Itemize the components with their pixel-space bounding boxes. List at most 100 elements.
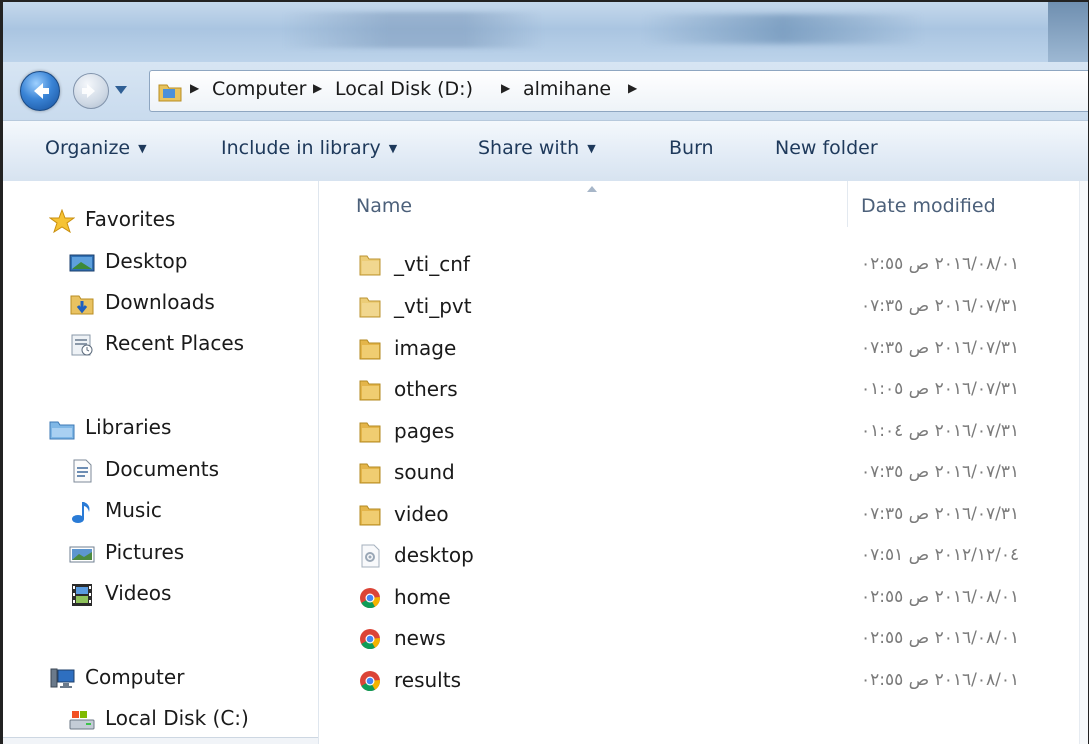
file-name: _vti_cnf [394,252,470,276]
file-name: video [394,502,449,526]
file-name: sound [394,460,455,484]
file-date: ٢٠١٦/٠٧/٣١ ص ٠٧:٣٥ [861,462,1020,482]
file-name: image [394,336,457,360]
new-folder-button[interactable]: New folder [775,137,878,159]
forward-button[interactable] [73,73,109,109]
file-date: ٢٠١٦/٠٧/٣١ ص ٠٧:٣٥ [861,296,1020,316]
nav-documents-label: Documents [105,457,220,481]
file-date: ٢٠١٦/٠٨/٠١ ص ٠٢:٥٥ [861,254,1020,274]
file-date: ٢٠١٦/٠٧/٣١ ص ٠٧:٣٥ [861,504,1020,524]
chevron-down-icon: ▼ [138,142,147,155]
folder-location-icon [158,84,182,102]
nav-videos-label: Videos [105,581,172,605]
file-row[interactable]: pages ٢٠١٦/٠٧/٣١ ص ٠١:٠٤ [319,412,1088,452]
file-name: home [394,585,451,609]
nav-desktop-label: Desktop [105,249,188,273]
file-row[interactable]: _vti_pvt ٢٠١٦/٠٧/٣١ ص ٠٧:٣٥ [319,287,1088,327]
file-row[interactable]: video ٢٠١٦/٠٧/٣١ ص ٠٧:٣٥ [319,495,1088,535]
file-row[interactable]: _vti_cnf ٢٠١٦/٠٨/٠١ ص ٠٢:٥٥ [319,245,1088,285]
organize-label: Organize [45,137,131,159]
recent-places-icon [71,334,93,356]
address-row: ▶ Computer ▶ Local Disk (D:) ▶ almihane … [3,62,1088,120]
column-date-modified[interactable]: Date modified [861,195,996,217]
chevron-down-icon: ▼ [388,142,398,155]
file-date: ٢٠١٦/٠٧/٣١ ص ٠١:٠٥ [861,379,1020,399]
file-name: results [394,668,462,692]
libraries-icon [49,421,75,440]
drive-icon [69,711,95,730]
documents-icon [73,459,92,483]
file-row[interactable]: desktop ٢٠١٢/١٢/٠٤ ص ٠٧:٥١ [319,536,1088,576]
music-note-icon [72,502,90,523]
nav-recent-places-label: Recent Places [105,331,245,355]
nav-local-disk-c-label: Local Disk (C:) [105,706,249,730]
breadcrumb-separator-icon[interactable]: ▶ [628,81,637,95]
chrome-icon [360,671,380,692]
file-date: ٢٠١٢/١٢/٠٤ ص ٠٧:٥١ [861,545,1020,565]
explorer-window: ▶ Computer ▶ Local Disk (D:) ▶ almihane … [0,0,1089,744]
title-glass [3,2,1088,62]
folder-icon [359,297,381,318]
burn-button[interactable]: Burn [669,137,714,159]
desktop-icon [69,254,95,272]
share-with-label: Share with [478,137,580,159]
file-date: ٢٠١٦/٠٧/٣١ ص ٠٧:٣٥ [861,338,1020,358]
file-row[interactable]: news ٢٠١٦/٠٨/٠١ ص ٠٢:٥٥ [319,619,1088,659]
nav-pane-bottom-edge [3,737,318,744]
folder-icon [359,339,381,360]
folder-icon [359,380,381,401]
file-name: others [394,377,458,401]
breadcrumb-local-disk-d[interactable]: Local Disk (D:) [335,78,473,100]
file-row[interactable]: sound ٢٠١٦/٠٧/٣١ ص ٠٧:٣٥ [319,453,1088,493]
back-button[interactable] [20,71,60,111]
breadcrumb-separator-icon[interactable]: ▶ [313,81,322,95]
file-row[interactable]: image ٢٠١٦/٠٧/٣١ ص ٠٧:٣٥ [319,329,1088,369]
column-header: Name Date modified [319,181,1088,231]
folder-icon [359,505,381,526]
vertical-scrollbar[interactable] [1079,181,1088,744]
back-arrow-icon [34,83,49,99]
folder-icon [359,422,381,443]
file-row[interactable]: home ٢٠١٦/٠٨/٠١ ص ٠٢:٥٥ [319,578,1088,618]
forward-arrow-icon [82,84,95,98]
chevron-down-icon: ▼ [587,142,596,155]
include-in-library-label: Include in library [221,137,381,159]
star-icon [49,209,75,233]
file-name: _vti_pvt [394,294,472,318]
nav-favorites-label: Favorites [85,207,176,231]
file-name: desktop [394,543,474,567]
folder-icon [359,255,381,276]
file-date: ٢٠١٦/٠٨/٠١ ص ٠٢:٥٥ [861,587,1020,607]
breadcrumb-separator-icon[interactable]: ▶ [501,81,510,95]
include-in-library-button[interactable]: Include in library ▼ [221,137,397,159]
nav-downloads-label: Downloads [105,290,215,314]
file-date: ٢٠١٦/٠٨/٠١ ص ٠٢:٥٥ [861,670,1020,690]
computer-icon [50,668,75,688]
column-name[interactable]: Name [356,195,412,217]
column-divider[interactable] [847,181,848,227]
breadcrumb-computer[interactable]: Computer [212,78,306,100]
command-bar: Organize ▼ Include in library ▼ Share with… [3,120,1088,182]
sort-ascending-icon [587,186,597,192]
videos-icon [72,584,92,606]
navigation-pane: Favorites Desktop Downloads Recent Place… [3,181,319,744]
folder-icon [359,463,381,484]
recent-pages-dropdown-icon[interactable] [114,84,128,96]
settings-file-icon [361,544,380,568]
nav-libraries-label: Libraries [85,415,172,439]
pictures-icon [69,546,95,563]
breadcrumb-separator-icon[interactable]: ▶ [190,81,199,95]
nav-computer-label: Computer [85,665,185,689]
file-row[interactable]: others ٢٠١٦/٠٧/٣١ ص ٠١:٠٥ [319,370,1088,410]
downloads-folder-icon [70,295,94,315]
chrome-icon [360,629,380,650]
file-row[interactable]: results ٢٠١٦/٠٨/٠١ ص ٠٢:٥٥ [319,661,1088,701]
file-date: ٢٠١٦/٠٧/٣١ ص ٠١:٠٤ [861,421,1020,441]
file-list: Name Date modified _vti_cnf ٢٠١٦/٠٨/٠١ ص… [319,181,1088,744]
breadcrumb-almihane[interactable]: almihane [523,78,611,100]
nav-pictures-label: Pictures [105,540,185,564]
address-bar[interactable]: ▶ Computer ▶ Local Disk (D:) ▶ almihane … [149,70,1088,112]
share-with-button[interactable]: Share with ▼ [478,137,596,159]
nav-music-label: Music [105,498,162,522]
organize-button[interactable]: Organize ▼ [45,137,147,159]
